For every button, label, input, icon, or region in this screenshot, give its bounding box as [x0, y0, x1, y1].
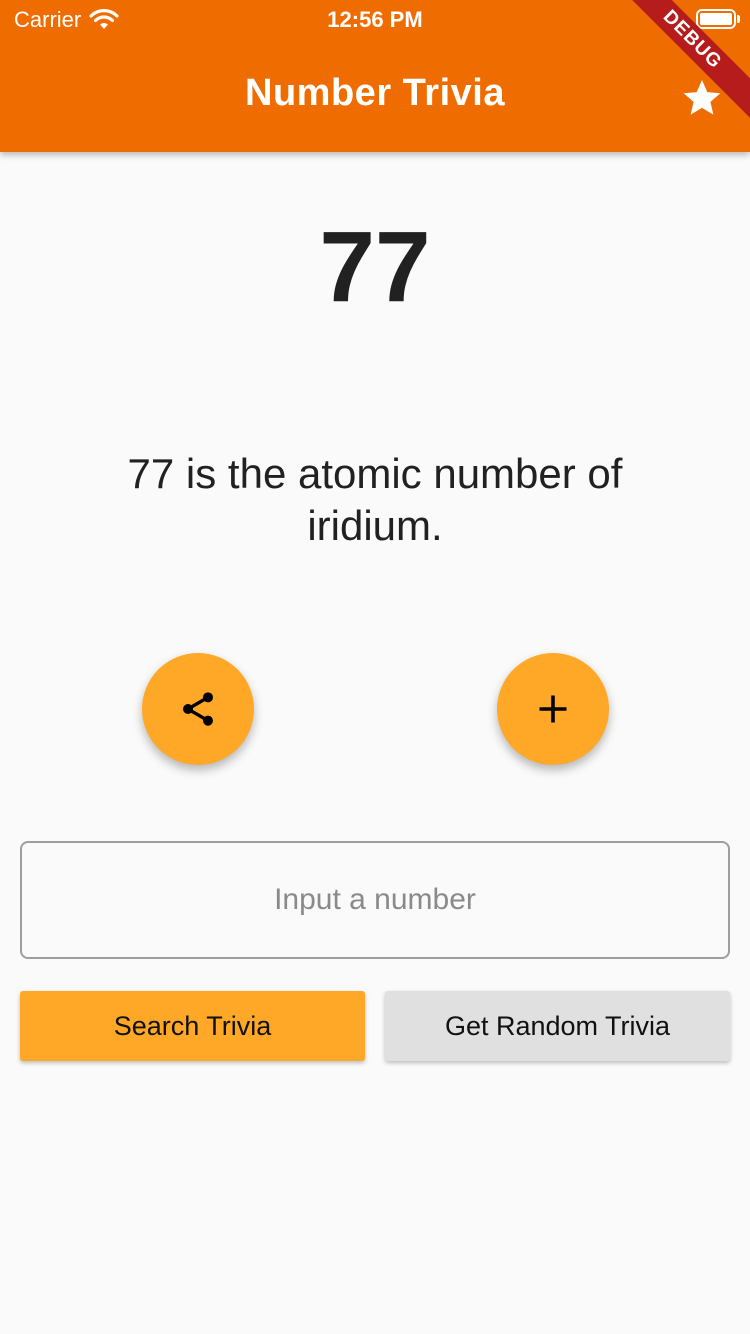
- share-button[interactable]: [142, 653, 254, 765]
- number-input[interactable]: [22, 843, 728, 957]
- get-random-trivia-button[interactable]: Get Random Trivia: [385, 991, 730, 1061]
- share-icon: [183, 692, 213, 726]
- get-random-trivia-label: Get Random Trivia: [444, 1010, 671, 1041]
- add-button[interactable]: [497, 653, 609, 765]
- number-input-field[interactable]: [20, 841, 730, 959]
- add-icon: [539, 695, 567, 723]
- status-time: 12:56 PM: [327, 7, 423, 32]
- app-bar: Carrier 12:56 PM Number Trivia DEBUG: [0, 0, 750, 152]
- trivia-text: 77 is the atomic number of iridium.: [127, 450, 623, 549]
- battery-icon: [696, 9, 740, 29]
- page-title: Number Trivia: [245, 72, 505, 114]
- search-trivia-label: Search Trivia: [113, 1010, 272, 1041]
- trivia-number: 77: [319, 211, 431, 323]
- search-trivia-button[interactable]: Search Trivia: [20, 991, 365, 1061]
